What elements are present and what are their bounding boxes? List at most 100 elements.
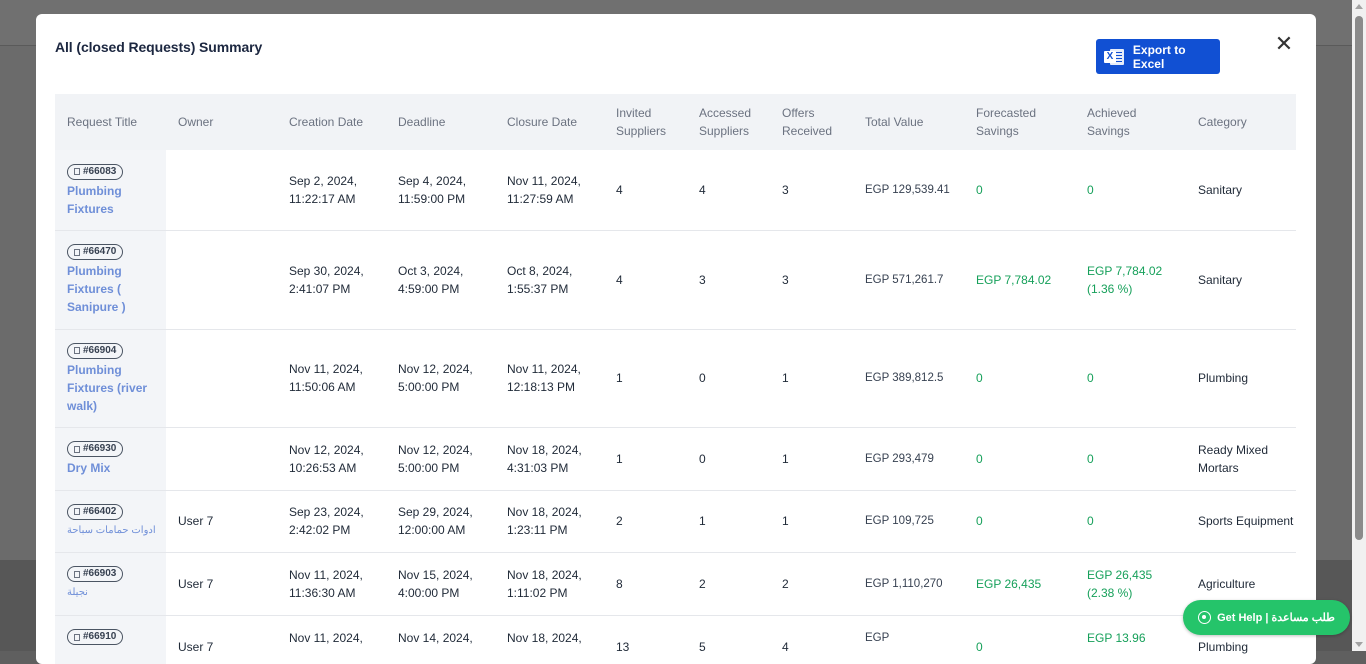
header-request-title[interactable]: Request Title	[55, 94, 166, 150]
header-total-value[interactable]: Total Value	[853, 94, 964, 150]
page-scrollbar[interactable]	[1352, 0, 1366, 651]
achieved-savings-cell: 0	[1075, 490, 1186, 553]
header-invited-suppliers[interactable]: Invited Suppliers	[604, 94, 687, 150]
scrollbar-thumb[interactable]	[1355, 16, 1363, 540]
header-accessed-suppliers[interactable]: Accessed Suppliers	[687, 94, 770, 150]
owner-cell	[166, 427, 277, 491]
header-creation-date[interactable]: Creation Date	[277, 94, 386, 150]
total-value-cell: EGP 109,725	[853, 490, 964, 553]
table-row: #66402 ادوات حمامات سباحة User 7 Sep 23,…	[55, 490, 1296, 553]
invited-suppliers-cell: 13	[604, 615, 687, 664]
offers-received-cell: 2	[770, 552, 853, 616]
request-id-badge[interactable]: #66930	[67, 441, 124, 458]
request-id-badge[interactable]: #66903	[67, 566, 124, 583]
owner-cell: User 7	[166, 490, 277, 553]
creation-date-cell: Sep 30, 2024, 2:41:07 PM	[277, 230, 386, 330]
owner-cell	[166, 329, 277, 428]
request-title-cell: #66904 Plumbing Fixtures (river walk)	[55, 329, 166, 428]
scroll-down-arrow-icon[interactable]	[1355, 642, 1363, 647]
deadline-cell: Nov 12, 2024, 5:00:00 PM	[386, 427, 495, 491]
requests-table: Request Title Owner Creation Date Deadli…	[55, 94, 1296, 664]
table-row: #66470 Plumbing Fixtures ( Sanipure ) Se…	[55, 230, 1296, 330]
forecasted-savings-cell: 0	[964, 427, 1075, 491]
deadline-cell: Sep 29, 2024, 12:00:00 AM	[386, 490, 495, 553]
achieved-savings-cell: EGP 13.96	[1075, 615, 1186, 664]
header-category[interactable]: Category	[1186, 94, 1296, 150]
table-row: #66904 Plumbing Fixtures (river walk) No…	[55, 329, 1296, 428]
forecasted-savings-cell: 0	[964, 615, 1075, 664]
creation-date-cell: Sep 2, 2024, 11:22:17 AM	[277, 150, 386, 231]
total-value-cell: EGP 389,812.5	[853, 329, 964, 428]
copy-icon	[74, 633, 80, 641]
creation-date-cell: Nov 12, 2024, 10:26:53 AM	[277, 427, 386, 491]
request-id-badge[interactable]: #66402	[67, 503, 124, 520]
offers-received-cell: 3	[770, 150, 853, 231]
request-id-badge[interactable]: #66470	[67, 244, 124, 261]
offers-received-cell: 1	[770, 490, 853, 553]
request-id-badge[interactable]: #66910	[67, 629, 124, 645]
invited-suppliers-cell: 4	[604, 230, 687, 330]
request-title-cell: #66083 Plumbing Fixtures	[55, 150, 166, 231]
offers-received-cell: 1	[770, 427, 853, 491]
copy-icon	[74, 445, 80, 453]
closure-date-cell: Nov 11, 2024, 12:18:13 PM	[495, 329, 604, 428]
forecasted-savings-cell: 0	[964, 329, 1075, 428]
forecasted-savings-cell: EGP 26,435	[964, 552, 1075, 616]
excel-icon: X	[1104, 48, 1126, 66]
category-cell: Ready Mixed Mortars	[1186, 427, 1296, 491]
creation-date-cell: Nov 11, 2024, 11:50:06 AM	[277, 329, 386, 428]
total-value-cell: EGP 293,479	[853, 427, 964, 491]
total-value-cell: EGP 1,110,270	[853, 552, 964, 616]
request-id-badge[interactable]: #66083	[67, 163, 124, 180]
accessed-suppliers-cell: 0	[687, 329, 770, 428]
creation-date-cell: Sep 23, 2024, 2:42:02 PM	[277, 490, 386, 553]
offers-received-cell: 1	[770, 329, 853, 428]
header-forecasted-savings[interactable]: Forecasted Savings	[964, 94, 1075, 150]
header-owner[interactable]: Owner	[166, 94, 277, 150]
close-icon[interactable]: ✕	[1274, 33, 1294, 55]
achieved-savings-cell: 0	[1075, 150, 1186, 231]
request-title-link[interactable]: Plumbing Fixtures	[67, 182, 166, 218]
deadline-cell: Sep 4, 2024, 11:59:00 PM	[386, 150, 495, 231]
header-closure-date[interactable]: Closure Date	[495, 94, 604, 150]
deadline-cell: Nov 14, 2024,	[386, 615, 495, 664]
achieved-savings-cell: EGP 7,784.02 (1.36 %)	[1075, 230, 1186, 330]
invited-suppliers-cell: 2	[604, 490, 687, 553]
invited-suppliers-cell: 1	[604, 427, 687, 491]
forecasted-savings-cell: EGP 7,784.02	[964, 230, 1075, 330]
export-to-excel-button[interactable]: X Export to Excel	[1096, 39, 1220, 74]
offers-received-cell: 4	[770, 615, 853, 664]
get-help-label: Get Help | طلب مساعدة	[1217, 612, 1335, 624]
request-title-cell: #66930 Dry Mix	[55, 427, 166, 491]
export-label: Export to Excel	[1132, 42, 1186, 71]
request-title-link[interactable]: نجيلة	[67, 584, 166, 602]
get-help-button[interactable]: Get Help | طلب مساعدة	[1183, 600, 1350, 635]
header-achieved-savings[interactable]: Achieved Savings	[1075, 94, 1186, 150]
achieved-savings-cell: 0	[1075, 427, 1186, 491]
total-value-cell: EGP 129,539.41	[853, 150, 964, 231]
request-id-badge[interactable]: #66904	[67, 342, 124, 359]
request-title-link[interactable]: Dry Mix	[67, 459, 166, 477]
copy-icon	[74, 347, 80, 355]
category-cell: Plumbing	[1186, 329, 1296, 428]
owner-cell: User 7	[166, 615, 277, 664]
achieved-savings-cell: EGP 26,435 (2.38 %)	[1075, 552, 1186, 616]
forecasted-savings-cell: 0	[964, 150, 1075, 231]
accessed-suppliers-cell: 2	[687, 552, 770, 616]
accessed-suppliers-cell: 3	[687, 230, 770, 330]
table-row: #66903 نجيلة User 7 Nov 11, 2024, 11:36:3…	[55, 552, 1296, 616]
request-title-link[interactable]: Plumbing Fixtures ( Sanipure )	[67, 262, 166, 316]
closure-date-cell: Nov 11, 2024, 11:27:59 AM	[495, 150, 604, 231]
accessed-suppliers-cell: 5	[687, 615, 770, 664]
total-value-cell: EGP	[853, 615, 964, 664]
request-title-cell: #66910	[55, 615, 166, 664]
scroll-up-arrow-icon[interactable]	[1355, 4, 1363, 9]
request-title-link[interactable]: Plumbing Fixtures (river walk)	[67, 361, 166, 415]
header-deadline[interactable]: Deadline	[386, 94, 495, 150]
forecasted-savings-cell: 0	[964, 490, 1075, 553]
header-offers-received[interactable]: Offers Received	[770, 94, 853, 150]
category-cell: Sports Equipment	[1186, 490, 1296, 553]
table-row: #66910 User 7 Nov 11, 2024, Nov 14, 2024…	[55, 615, 1296, 664]
request-title-link[interactable]: ادوات حمامات سباحة	[67, 522, 166, 540]
closure-date-cell: Nov 18, 2024, 1:11:02 PM	[495, 552, 604, 616]
